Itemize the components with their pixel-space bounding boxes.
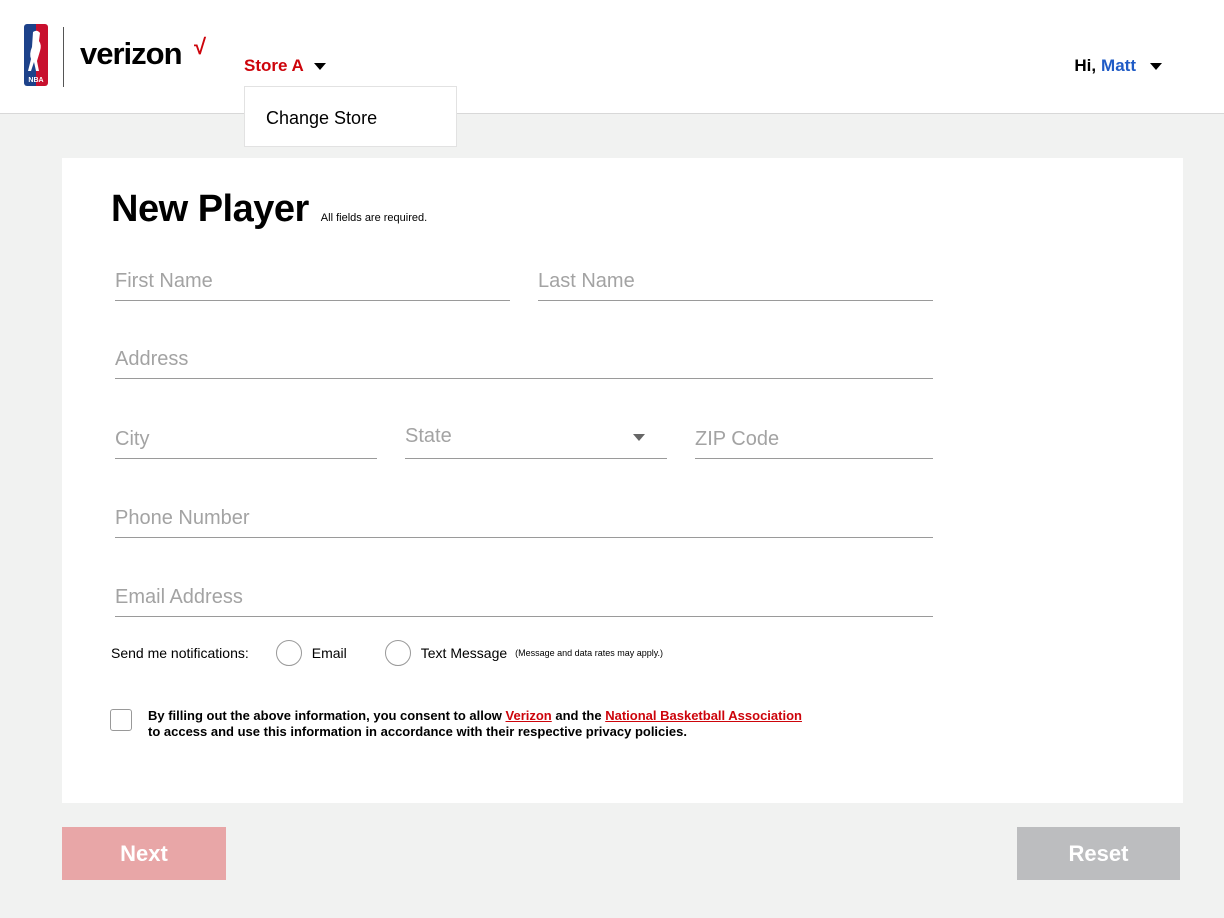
text-message-radio-label: Text Message: [420, 645, 508, 661]
consent-row: By filling out the above information, yo…: [110, 708, 802, 740]
address-input[interactable]: [115, 337, 933, 377]
first-name-field: [115, 259, 510, 301]
city-input[interactable]: [115, 417, 377, 457]
consent-text-part: By filling out the above information, yo…: [148, 708, 506, 723]
zip-field: [695, 417, 933, 459]
last-name-field: [538, 259, 933, 301]
user-name: Matt: [1101, 56, 1136, 75]
svg-text:NBA: NBA: [28, 77, 43, 84]
verizon-link[interactable]: Verizon: [506, 708, 552, 723]
city-field: [115, 417, 377, 459]
verizon-check-icon: √: [194, 34, 207, 59]
notification-options: Send me notifications: Email Text Messag…: [111, 640, 663, 666]
store-label: Store A: [244, 56, 304, 75]
store-selector[interactable]: Store A: [244, 56, 326, 76]
email-input[interactable]: [115, 575, 933, 615]
form-header: New Player All fields are required.: [111, 188, 427, 231]
email-radio[interactable]: [275, 640, 302, 666]
logo-divider: [63, 27, 64, 87]
zip-input[interactable]: [695, 417, 933, 457]
next-button[interactable]: Next: [62, 827, 226, 880]
consent-text-part: and the: [551, 708, 606, 723]
chevron-down-icon: [633, 434, 645, 441]
nba-link[interactable]: National Basketball Association: [605, 708, 802, 723]
store-dropdown-menu: Change Store: [244, 86, 457, 147]
required-note: All fields are required.: [320, 212, 428, 224]
phone-input[interactable]: [115, 496, 933, 536]
chevron-down-icon: [1150, 62, 1162, 70]
new-player-form: New Player All fields are required. Stat…: [62, 158, 1183, 803]
consent-text: By filling out the above information, yo…: [148, 708, 802, 740]
page-title: New Player: [111, 188, 309, 230]
reset-button[interactable]: Reset: [1017, 827, 1180, 880]
last-name-input[interactable]: [538, 259, 933, 299]
rates-disclaimer: (Message and data rates may apply.): [515, 648, 664, 658]
nba-logo: NBA: [24, 24, 48, 86]
user-menu[interactable]: Hi, Matt: [1074, 56, 1162, 76]
text-message-radio[interactable]: [384, 640, 411, 666]
state-select[interactable]: State: [405, 417, 667, 459]
address-field: [115, 337, 933, 379]
greeting-prefix: Hi,: [1074, 56, 1097, 75]
first-name-input[interactable]: [115, 259, 510, 299]
verizon-logo: verizon: [80, 36, 183, 71]
phone-field: [115, 496, 933, 538]
email-field: [115, 575, 933, 617]
menu-item-change-store[interactable]: Change Store: [266, 108, 377, 129]
email-radio-label: Email: [311, 645, 347, 661]
state-select-value: State: [405, 425, 452, 447]
chevron-down-icon: [313, 62, 326, 70]
consent-text-part: to access and use this information in ac…: [148, 724, 687, 739]
header: NBA verizon √ Store A Hi, Matt: [0, 0, 1224, 114]
notification-label: Send me notifications:: [111, 645, 249, 661]
consent-checkbox[interactable]: [110, 709, 132, 731]
